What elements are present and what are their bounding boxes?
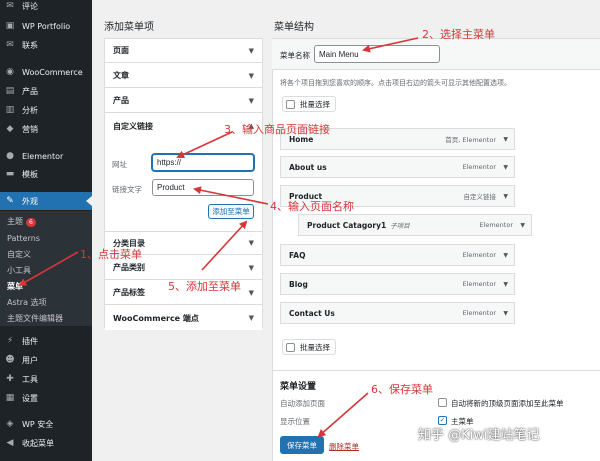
megaphone-icon: ◆: [6, 124, 14, 134]
add-menu-items-heading: 添加菜单项: [104, 22, 154, 33]
chevron-down-icon[interactable]: ▼: [520, 222, 525, 229]
submenu-item-theme-file-editor[interactable]: 主题文件编辑器: [7, 312, 63, 325]
sidebar-item-wp-portfolio[interactable]: ▣ WP Portfolio: [0, 17, 92, 35]
annotation-step-1: 1、点击菜单: [80, 248, 142, 261]
chevron-down-icon: ▼: [248, 239, 254, 247]
settings-icon: ▦: [5, 393, 15, 403]
url-label: 网址: [112, 160, 127, 169]
sidebar-item-tools[interactable]: ✚ 工具: [0, 370, 92, 388]
chevron-down-icon[interactable]: ▼: [503, 310, 508, 317]
submenu-item-patterns[interactable]: Patterns: [7, 232, 40, 245]
folder-icon: ▬: [5, 169, 15, 179]
accordion-woocommerce-endpoints[interactable]: WooCommerce 端点 ▼: [105, 306, 262, 330]
chevron-down-icon[interactable]: ▼: [503, 252, 508, 259]
save-menu-button[interactable]: 保存菜单: [280, 436, 324, 454]
sidebar-item-products[interactable]: ▤ 产品: [0, 82, 92, 100]
display-location-label: 显示位置: [280, 417, 310, 426]
custom-link-url-input[interactable]: https://: [152, 154, 254, 171]
plugin-icon: ⚡: [6, 336, 14, 346]
menu-item-blog[interactable]: Blog Elementor ▼: [280, 273, 515, 295]
annotation-step-6: 6、保存菜单: [371, 383, 433, 396]
wrench-icon: ✚: [6, 374, 14, 384]
bulk-select-checkbox[interactable]: [286, 99, 295, 109]
bulk-select-top[interactable]: 批量选择: [282, 96, 336, 112]
annotation-step-5: 5、添加至菜单: [168, 280, 241, 293]
product-icon: ▤: [5, 86, 15, 96]
sidebar-item-analytics[interactable]: ▥ 分析: [0, 101, 92, 119]
admin-sidebar: ✉ 评论 ▣ WP Portfolio ✉ 联系 ◉ WooCommerce ▤ 产品 ▥…: [0, 0, 92, 461]
menu-item-faq[interactable]: FAQ Elementor ▼: [280, 244, 515, 266]
sidebar-item-comments[interactable]: ✉ 评论: [0, 0, 92, 15]
sidebar-item-wp-security[interactable]: ◈ WP 安全: [0, 415, 92, 433]
annotation-step-2: 2、选择主菜单: [422, 28, 495, 41]
accordion-pages[interactable]: 页面 ▼: [105, 39, 262, 63]
brush-icon: ✎: [6, 196, 14, 206]
menu-item-product-category[interactable]: Product Catagory1 子项目 Elementor ▼: [298, 214, 532, 236]
sidebar-item-plugins[interactable]: ⚡ 插件: [0, 332, 92, 350]
chevron-down-icon: ▼: [248, 71, 254, 80]
menu-name-input[interactable]: Main Menu: [314, 45, 440, 63]
sidebar-item-settings[interactable]: ▦ 设置: [0, 389, 92, 407]
chevron-down-icon[interactable]: ▼: [503, 136, 508, 143]
delete-menu-link[interactable]: 删除菜单: [329, 441, 359, 452]
auto-add-pages-checkbox[interactable]: [438, 398, 447, 407]
collapse-icon: ◀: [6, 438, 14, 448]
menu-settings-heading: 菜单设置: [280, 382, 317, 392]
sidebar-item-contact[interactable]: ✉ 联系: [0, 36, 92, 54]
elementor-icon: ●: [6, 151, 14, 161]
submenu-item-menus[interactable]: 菜单: [7, 280, 23, 293]
annotation-step-4: 4、输入页面名称: [270, 200, 354, 213]
bulk-select-checkbox[interactable]: [286, 342, 295, 352]
link-text-label: 链接文字: [112, 185, 142, 194]
menu-item-about-us[interactable]: About us Elementor ▼: [280, 156, 515, 178]
menu-name-label: 菜单名称: [280, 51, 310, 60]
comment-icon: ✉: [6, 1, 14, 11]
chevron-down-icon: ▼: [248, 263, 254, 272]
accordion-products[interactable]: 产品 ▼: [105, 89, 262, 113]
submenu-item-astra-options[interactable]: Astra 选项: [7, 296, 47, 309]
chevron-down-icon: ▼: [248, 288, 254, 297]
add-to-menu-button[interactable]: 添加至菜单: [208, 204, 254, 219]
update-count-badge: 6: [26, 218, 36, 227]
appearance-submenu: 主题 6 Patterns 自定义 小工具 菜单 Astra 选项 主题文件编辑器: [0, 211, 92, 326]
zhihu-watermark: 知乎 @Kiwi建站笔记: [418, 428, 540, 443]
drag-hint-text: 将各个项目拖到您喜欢的顺序。点击项目右边的箭头可显示其他配置选项。: [280, 79, 511, 87]
chevron-down-icon[interactable]: ▼: [503, 281, 508, 288]
accordion-posts[interactable]: 文章 ▼: [105, 64, 262, 88]
menu-item-contact-us[interactable]: Contact Us Elementor ▼: [280, 302, 515, 324]
woo-icon: ◉: [6, 67, 14, 77]
chevron-down-icon[interactable]: ▼: [503, 164, 508, 171]
bulk-select-bottom[interactable]: 批量选择: [282, 339, 336, 355]
divider: [272, 370, 600, 371]
user-icon: ☻: [5, 355, 15, 365]
chevron-down-icon: ▼: [248, 314, 254, 322]
sidebar-item-appearance[interactable]: ✎ 外观: [0, 192, 92, 210]
collapse-menu-button[interactable]: ◀ 收起菜单: [0, 434, 92, 452]
sidebar-item-marketing[interactable]: ◆ 营销: [0, 120, 92, 138]
sidebar-item-woocommerce[interactable]: ◉ WooCommerce: [0, 63, 92, 81]
submenu-item-customize[interactable]: 自定义: [7, 248, 31, 261]
sidebar-item-users[interactable]: ☻ 用户: [0, 351, 92, 369]
mail-icon: ✉: [6, 40, 14, 50]
shield-icon: ◈: [6, 419, 14, 429]
chevron-down-icon: ▼: [248, 46, 254, 55]
submenu-item-widgets[interactable]: 小工具: [7, 264, 31, 277]
chevron-down-icon[interactable]: ▼: [503, 193, 508, 200]
auto-add-pages-label: 自动添加页面: [280, 399, 325, 408]
submenu-item-themes[interactable]: 主题 6: [7, 215, 36, 228]
auto-add-pages-text: 自动将新的顶级页面添加至此菜单: [451, 399, 564, 408]
portfolio-icon: ▣: [5, 21, 15, 31]
custom-link-text-input[interactable]: Product: [152, 179, 254, 196]
chevron-down-icon: ▼: [248, 96, 254, 105]
annotation-step-3: 3、输入商品页面链接: [224, 123, 330, 136]
chart-icon: ▥: [5, 105, 15, 115]
menu-structure-heading: 菜单结构: [274, 22, 314, 33]
sidebar-item-elementor[interactable]: ● Elementor: [0, 147, 92, 165]
sidebar-item-templates[interactable]: ▬ 模板: [0, 165, 92, 183]
